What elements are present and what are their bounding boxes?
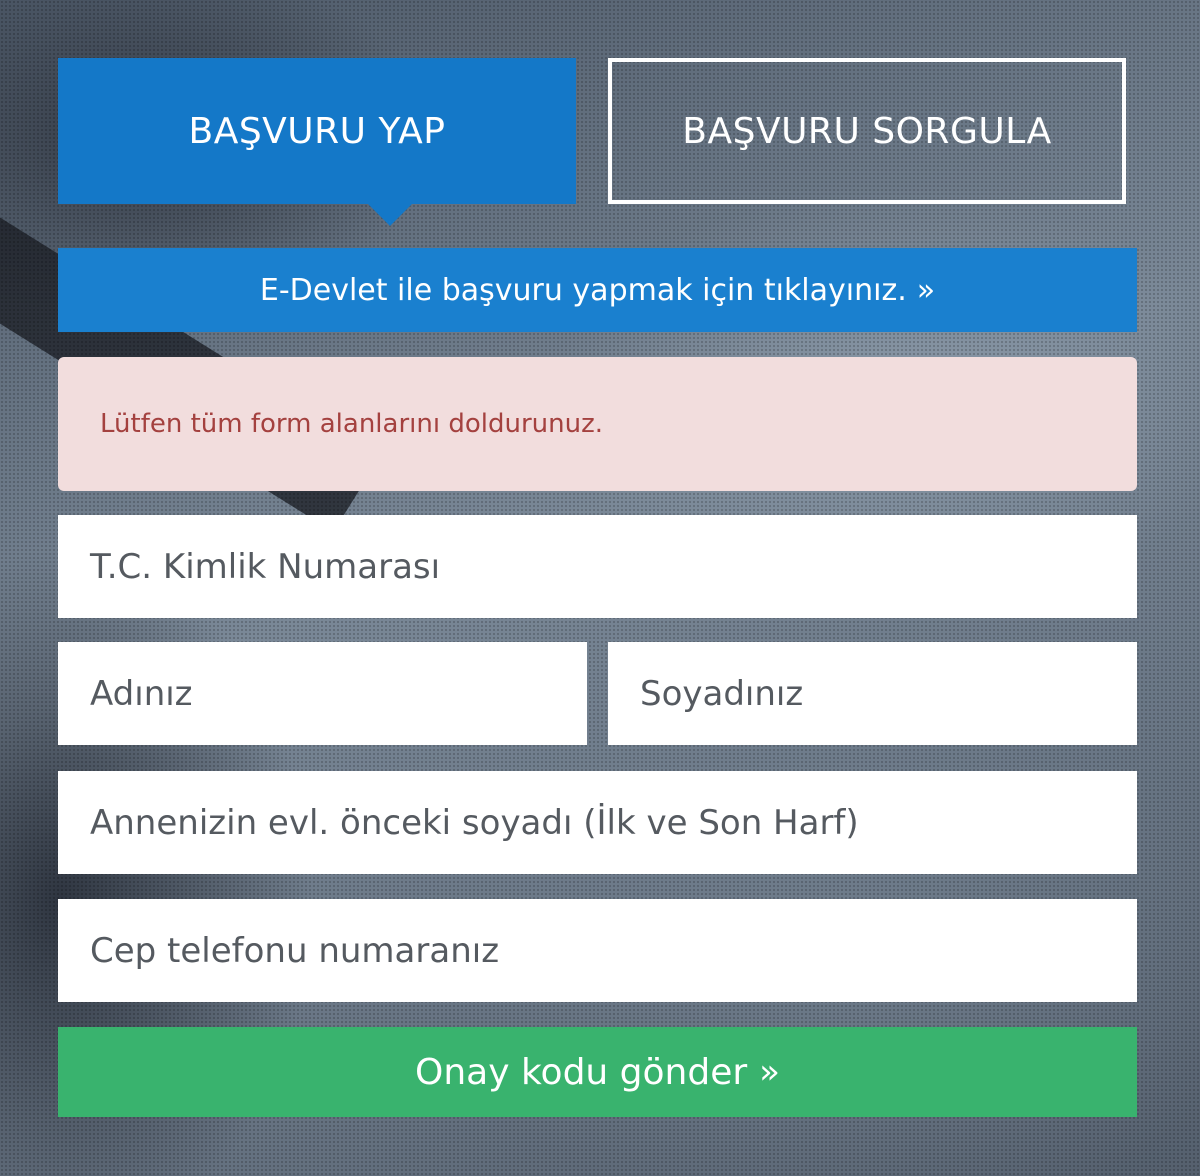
mobile-phone-field[interactable]: Cep telefonu numaranız [58, 899, 1137, 1002]
error-alert-message: Lütfen tüm form alanlarını doldurunuz. [100, 409, 604, 439]
send-code-button-label: Onay kodu gönder [415, 1051, 748, 1093]
first-name-placeholder: Adınız [90, 673, 193, 714]
mother-maiden-name-placeholder: Annenizin evl. önceki soyadı (İlk ve Son… [90, 802, 859, 843]
tc-identity-field[interactable]: T.C. Kimlik Numarası [58, 515, 1137, 618]
edevlet-link[interactable]: E-Devlet ile başvuru yapmak için tıklayı… [58, 248, 1137, 332]
tab-query[interactable]: BAŞVURU SORGULA [608, 58, 1126, 204]
chevron-double-right-icon: » [916, 272, 936, 308]
mobile-phone-placeholder: Cep telefonu numaranız [90, 930, 500, 971]
mother-maiden-name-field[interactable]: Annenizin evl. önceki soyadı (İlk ve Son… [58, 771, 1137, 874]
edevlet-link-label: E-Devlet ile başvuru yapmak için tıklayı… [259, 272, 907, 308]
tc-identity-placeholder: T.C. Kimlik Numarası [90, 546, 441, 587]
first-name-field[interactable]: Adınız [58, 642, 587, 745]
tab-apply[interactable]: BAŞVURU YAP [58, 58, 576, 226]
chevron-double-right-icon: » [759, 1052, 780, 1092]
tab-apply-label: BAŞVURU YAP [188, 110, 446, 152]
send-code-button[interactable]: Onay kodu gönder » [58, 1027, 1137, 1117]
tab-query-label: BAŞVURU SORGULA [682, 110, 1052, 152]
last-name-placeholder: Soyadınız [640, 673, 804, 714]
error-alert: Lütfen tüm form alanlarını doldurunuz. [58, 357, 1137, 491]
last-name-field[interactable]: Soyadınız [608, 642, 1137, 745]
